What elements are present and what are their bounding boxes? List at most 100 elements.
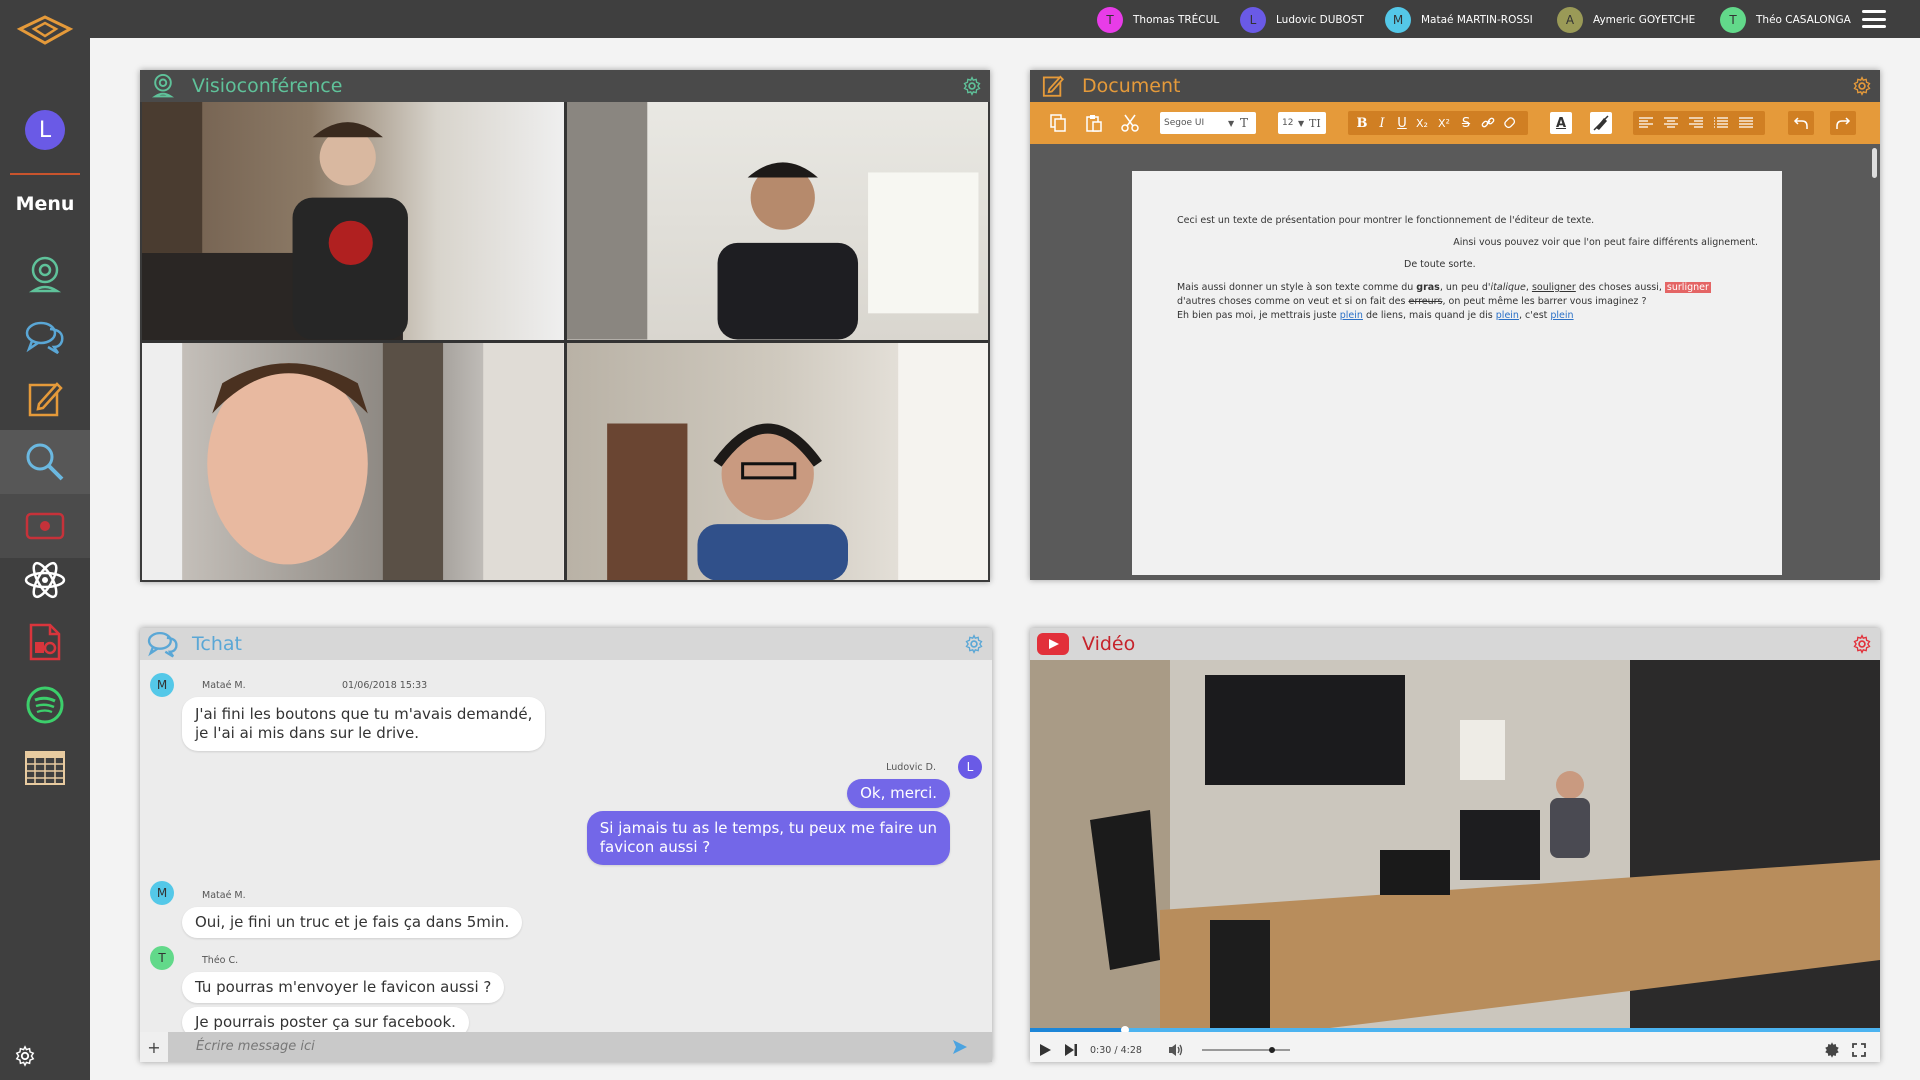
participant-video[interactable] [566,102,988,340]
volume-icon [1169,1044,1183,1056]
font-color-button[interactable]: A [1550,112,1572,134]
gear-icon [15,1045,35,1067]
chat-message: Oui, je fini un truc et je fais ça dans … [182,907,523,938]
hamburger-menu-button[interactable] [1862,10,1886,28]
document-line: Ceci est un texte de présentation pour m… [1177,215,1595,226]
link[interactable]: plein [1340,310,1363,321]
font-size-icon: TI [1309,116,1321,130]
sidebar-item-pdf[interactable] [0,610,90,674]
cut-button[interactable] [1120,113,1140,133]
gear-icon [1853,634,1871,654]
align-center-button[interactable] [1661,113,1681,133]
bulleted-list-button[interactable] [1711,113,1731,133]
participant-video[interactable] [142,102,564,340]
volume-slider[interactable] [1202,1042,1290,1058]
font-family-select[interactable]: Segoe UI ▼ T [1160,112,1256,134]
redo-icon [1836,117,1851,129]
chat-message: Ok, merci. [847,779,950,808]
mute-button[interactable] [1168,1042,1184,1058]
chat-settings-button[interactable] [964,634,984,654]
unlink-button[interactable] [1500,113,1520,133]
menu-label[interactable]: Menu [0,193,90,215]
chat-header: Tchat [140,628,992,660]
sidebar-item-spotify[interactable] [0,673,90,737]
undo-button[interactable] [1791,113,1811,133]
participant-video[interactable] [566,342,988,580]
avatar: T [1720,7,1746,33]
volume-handle[interactable] [1269,1047,1276,1053]
document-line: Mais aussi donner un style à son texte c… [1177,282,1711,293]
player-settings-button[interactable] [1824,1042,1840,1058]
avatar: M [1385,7,1411,33]
sidebar-item-spreadsheet[interactable] [0,736,90,800]
settings-button[interactable] [12,1043,38,1069]
user-chip[interactable]: T Thomas TRÉCUL [1097,6,1219,34]
message-author: Théo C. [202,955,239,966]
avatar: L [958,755,982,779]
paste-button[interactable] [1084,113,1104,133]
video-panel: Vidéo 0:30 / 4:28 [1030,628,1880,1062]
next-button[interactable] [1064,1042,1078,1058]
document-header: Document [1030,70,1880,102]
sidebar-item-search[interactable] [0,430,90,494]
fullscreen-button[interactable] [1852,1042,1866,1058]
link-icon [1481,117,1495,128]
scrollbar[interactable] [1872,148,1877,178]
sidebar-item-document[interactable] [0,367,90,431]
chat-icon [146,628,180,660]
user-chip[interactable]: M Mataé MARTIN-ROSSI [1385,6,1533,34]
document-page[interactable]: Ceci est un texte de présentation pour m… [1132,171,1782,575]
user-chip[interactable]: T Théo CASALONGA [1720,6,1851,34]
play-icon [1040,1044,1051,1056]
strikethrough-button[interactable]: S [1456,113,1476,133]
logo[interactable] [0,0,90,60]
editor-area: Ceci est un texte de présentation pour m… [1030,144,1880,580]
chat-message: Tu pourras m'envoyer le favicon aussi ? [182,972,505,1003]
visio-settings-button[interactable] [962,76,982,96]
sidebar-divider [10,173,80,175]
copy-button[interactable] [1048,113,1068,133]
justify-button[interactable] [1736,113,1756,133]
align-right-button[interactable] [1686,113,1706,133]
redo-button[interactable] [1833,113,1853,133]
avatar: A [1557,7,1583,33]
send-button[interactable] [952,1039,968,1055]
sidebar-item-atom[interactable] [0,548,90,612]
bold-button[interactable]: B [1352,113,1372,133]
highlight-button[interactable] [1590,112,1612,134]
user-name: Mataé MARTIN-ROSSI [1421,14,1533,26]
align-left-button[interactable] [1636,113,1656,133]
font-size-select[interactable]: 12 ▼ TI [1278,112,1326,134]
user-chip[interactable]: A Aymeric GOYETCHE [1557,6,1695,34]
user-name: Thomas TRÉCUL [1133,14,1220,26]
avatar: T [150,946,174,970]
subscript-button[interactable]: X₂ [1412,113,1432,133]
add-attachment-button[interactable]: + [140,1032,168,1062]
chat-input-bar: + Écrire message ici [140,1032,992,1062]
underline-button[interactable]: U [1392,113,1412,133]
video-header: Vidéo [1030,628,1880,660]
link-button[interactable] [1478,113,1498,133]
gear-icon [1853,76,1871,96]
user-chip[interactable]: L Ludovic DUBOST [1240,6,1364,34]
font-size-value: 12 [1282,118,1294,128]
user-name: Aymeric GOYETCHE [1593,14,1696,26]
panel-title: Vidéo [1082,633,1136,655]
sidebar-item-visio[interactable] [0,243,90,307]
superscript-button[interactable]: X² [1434,113,1454,133]
panel-title: Visioconférence [192,75,343,97]
current-user-avatar[interactable]: L [25,110,65,150]
video-settings-button[interactable] [1852,634,1872,654]
participant-video[interactable] [142,342,564,580]
message-input[interactable]: Écrire message ici [196,1039,315,1054]
sidebar-item-chat[interactable] [0,305,90,369]
editor-toolbar: Segoe UI ▼ T 12 ▼ TI B I U X₂ X² S A [1030,102,1880,144]
video-frame[interactable] [1030,660,1880,1028]
play-button[interactable] [1038,1042,1052,1058]
document-settings-button[interactable] [1852,76,1872,96]
paste-icon [1086,115,1102,132]
link[interactable]: plein [1550,310,1573,321]
link[interactable]: plein [1496,310,1519,321]
document-icon [1036,70,1070,102]
italic-button[interactable]: I [1372,113,1392,133]
